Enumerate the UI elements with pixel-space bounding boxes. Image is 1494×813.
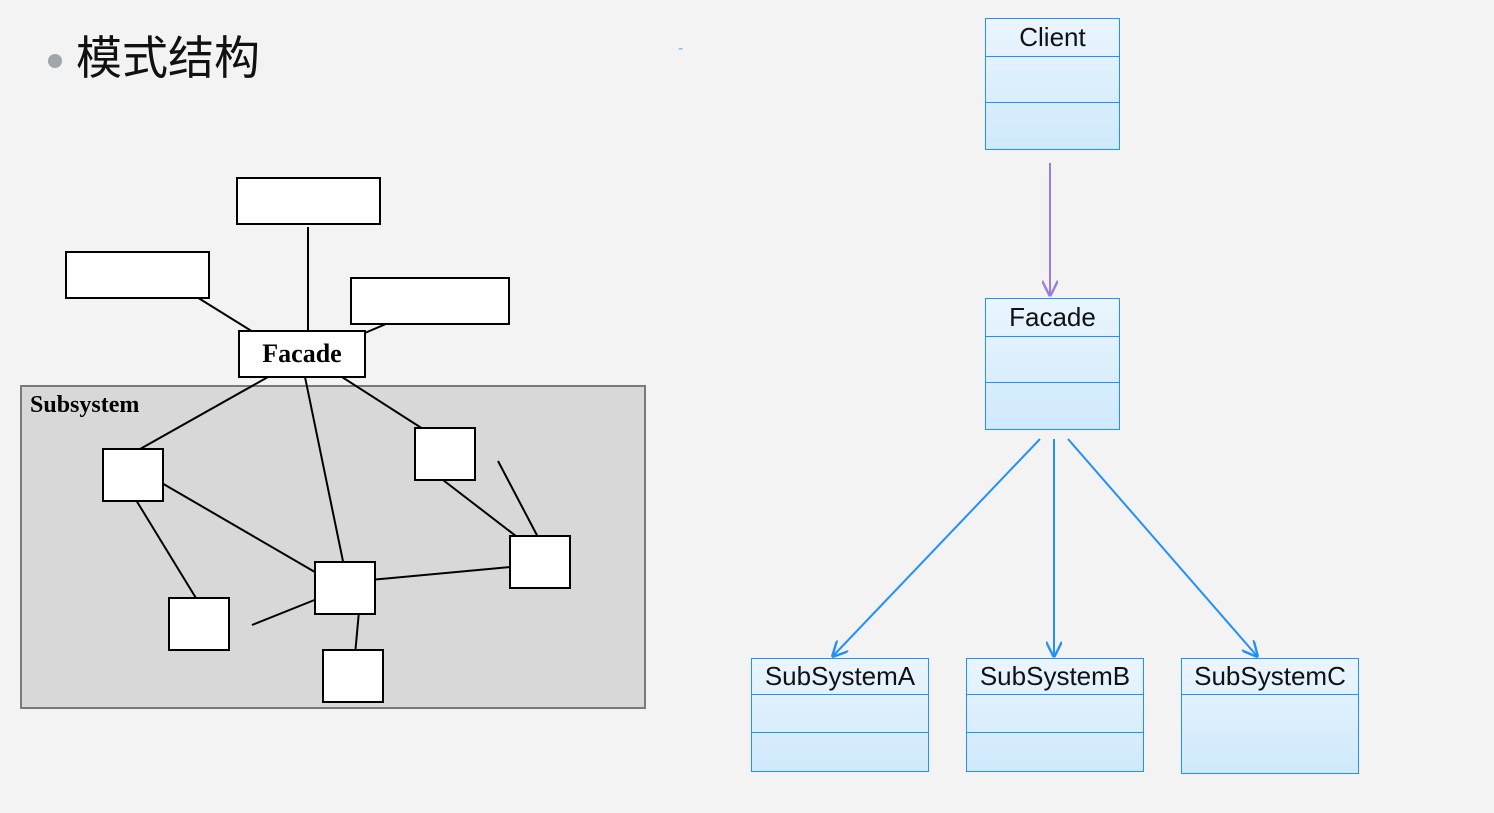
uml-ops xyxy=(752,733,928,771)
facade-label: Facade xyxy=(262,339,341,369)
uml-ops xyxy=(986,383,1119,429)
client-box xyxy=(65,251,210,299)
uml-class-name: SubSystemA xyxy=(752,659,928,695)
uml-class-name: SubSystemB xyxy=(967,659,1143,695)
subsystem-node xyxy=(102,448,164,502)
informal-diagram: Subsystem xyxy=(20,165,670,735)
subsystem-node xyxy=(322,649,384,703)
uml-client: Client xyxy=(985,18,1120,150)
client-box xyxy=(236,177,381,225)
uml-diagram: Client Facade SubSystemA SubSystemB SubS… xyxy=(740,8,1480,808)
uml-facade: Facade xyxy=(985,298,1120,430)
uml-class-name: Facade xyxy=(986,299,1119,337)
decorative-dash: - xyxy=(678,40,683,58)
client-box xyxy=(350,277,510,325)
subsystem-label: Subsystem xyxy=(30,392,139,419)
subsystem-node xyxy=(509,535,571,589)
slide: 模式结构 - Subsystem xyxy=(0,0,1494,813)
uml-attrs xyxy=(752,695,928,733)
uml-attrs xyxy=(986,57,1119,103)
uml-ops xyxy=(986,103,1119,149)
slide-title: 模式结构 xyxy=(76,22,260,88)
facade-box: Facade xyxy=(238,330,366,378)
subsystem-node xyxy=(414,427,476,481)
uml-ops xyxy=(967,733,1143,771)
title-row: 模式结构 xyxy=(48,22,260,88)
uml-body xyxy=(1182,695,1358,773)
subsystem-node xyxy=(168,597,230,651)
uml-subsystem-a: SubSystemA xyxy=(751,658,929,772)
uml-attrs xyxy=(986,337,1119,383)
bullet-icon xyxy=(48,54,62,68)
subsystem-node xyxy=(314,561,376,615)
uml-class-name: Client xyxy=(986,19,1119,57)
uml-attrs xyxy=(967,695,1143,733)
uml-subsystem-b: SubSystemB xyxy=(966,658,1144,772)
uml-subsystem-c: SubSystemC xyxy=(1181,658,1359,774)
uml-class-name: SubSystemC xyxy=(1182,659,1358,695)
